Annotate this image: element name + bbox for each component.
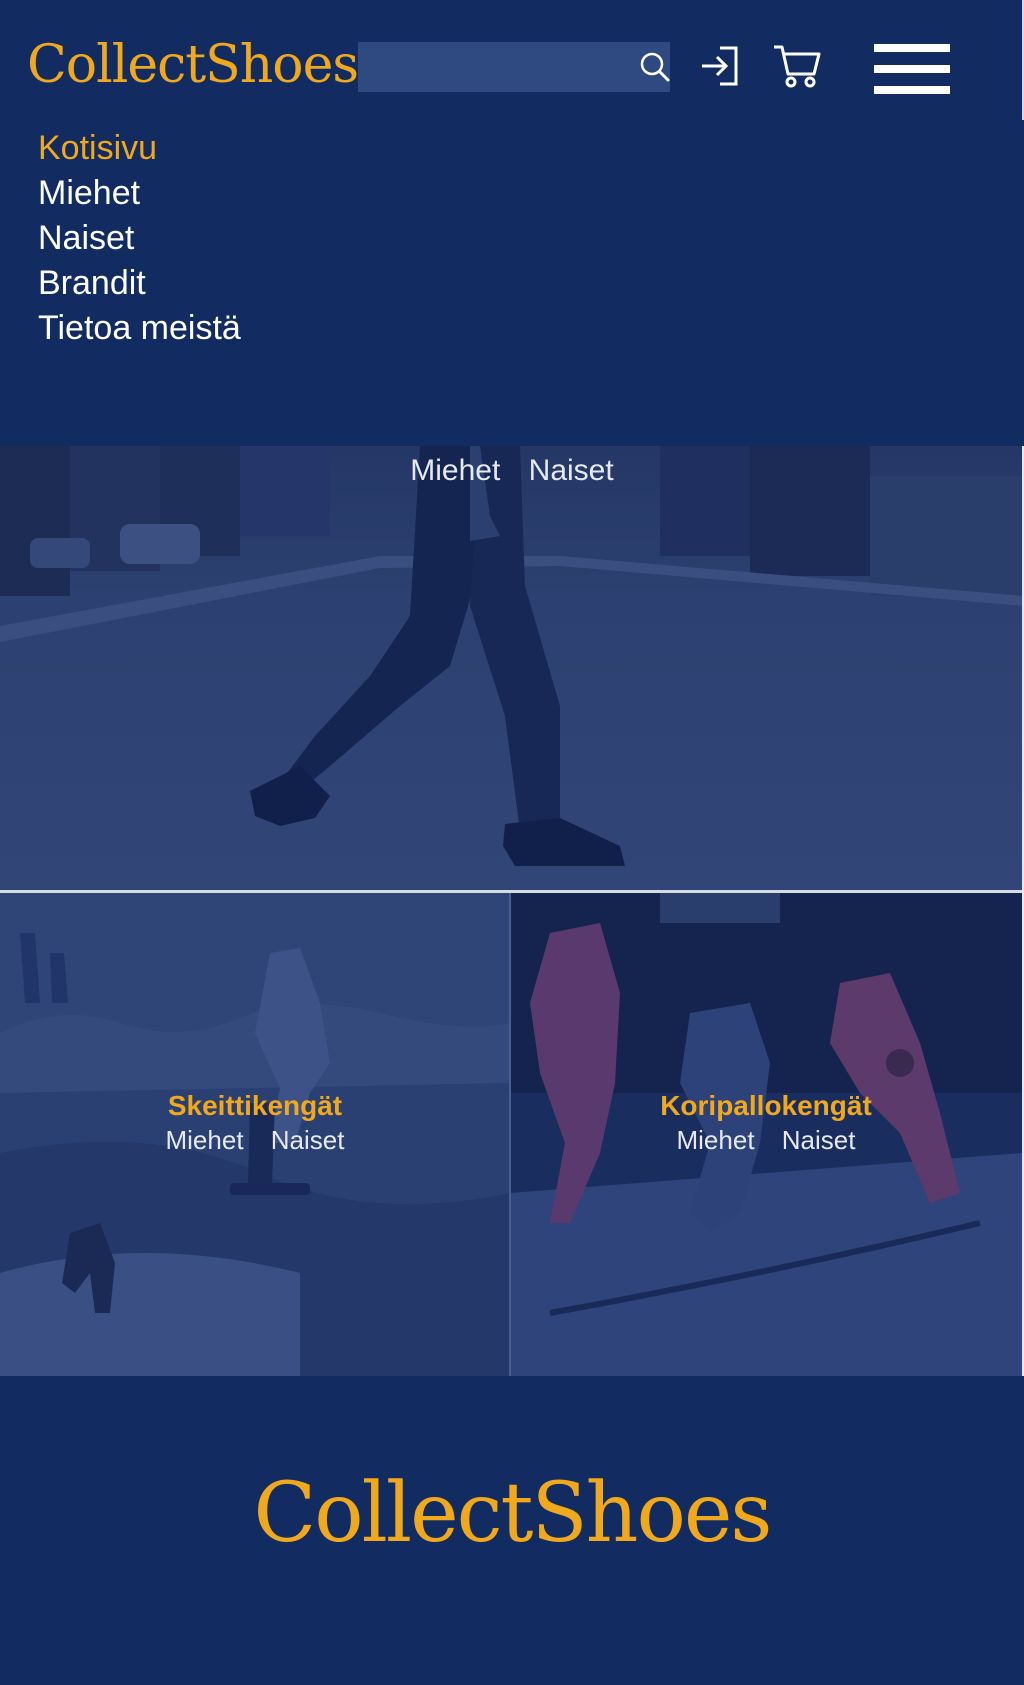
menu-icon-bar xyxy=(874,86,950,94)
search-button[interactable] xyxy=(637,42,673,92)
footer-logo[interactable]: CollectShoes xyxy=(0,1464,1024,1564)
site-footer: CollectShoes xyxy=(0,1376,1024,1685)
menu-icon-bar xyxy=(874,44,950,52)
login-icon xyxy=(702,46,738,86)
category-tile-skate[interactable]: Skeittikengät Miehet Naiset xyxy=(0,893,510,1376)
category-link-men[interactable]: Miehet xyxy=(677,1125,755,1155)
menu-item-home[interactable]: Kotisivu xyxy=(38,126,241,171)
hero-banner: Miehet Naiset xyxy=(0,446,1024,890)
menu-item-about[interactable]: Tietoa meistä xyxy=(38,306,241,351)
cart-icon xyxy=(774,45,821,88)
search-input[interactable] xyxy=(358,42,637,92)
menu-icon-bar xyxy=(874,65,950,73)
login-button[interactable] xyxy=(698,44,742,88)
site-logo[interactable]: CollectShoes xyxy=(27,30,359,100)
hero-link-women[interactable]: Naiset xyxy=(529,454,614,487)
nav-menu: Kotisivu Miehet Naiset Brandit Tietoa me… xyxy=(0,120,1024,446)
site-header: CollectShoes xyxy=(0,0,1024,120)
hero-link-men[interactable]: Miehet xyxy=(410,454,500,487)
category-title[interactable]: Skeittikengät xyxy=(0,1089,510,1123)
category-link-women[interactable]: Naiset xyxy=(271,1125,345,1155)
hero-photo xyxy=(0,446,1024,890)
search-icon xyxy=(640,52,670,82)
category-caption: Skeittikengät Miehet Naiset xyxy=(0,1089,510,1157)
tile-divider xyxy=(509,893,511,1376)
category-link-women[interactable]: Naiset xyxy=(782,1125,856,1155)
menu-item-brands[interactable]: Brandit xyxy=(38,261,241,306)
category-title[interactable]: Koripallokengät xyxy=(510,1089,1022,1123)
menu-item-men[interactable]: Miehet xyxy=(38,171,241,216)
menu-item-women[interactable]: Naiset xyxy=(38,216,241,261)
category-caption: Koripallokengät Miehet Naiset xyxy=(510,1089,1022,1157)
page: CollectShoes Kotisivu Miehet Naiset Bran… xyxy=(0,0,1024,1685)
menu-button[interactable] xyxy=(874,42,950,96)
hero-links: Miehet Naiset xyxy=(0,454,1024,488)
cart-button[interactable] xyxy=(772,42,822,90)
category-tile-basketball[interactable]: Koripallokengät Miehet Naiset xyxy=(510,893,1022,1376)
category-link-men[interactable]: Miehet xyxy=(166,1125,244,1155)
search-bar xyxy=(358,42,670,92)
